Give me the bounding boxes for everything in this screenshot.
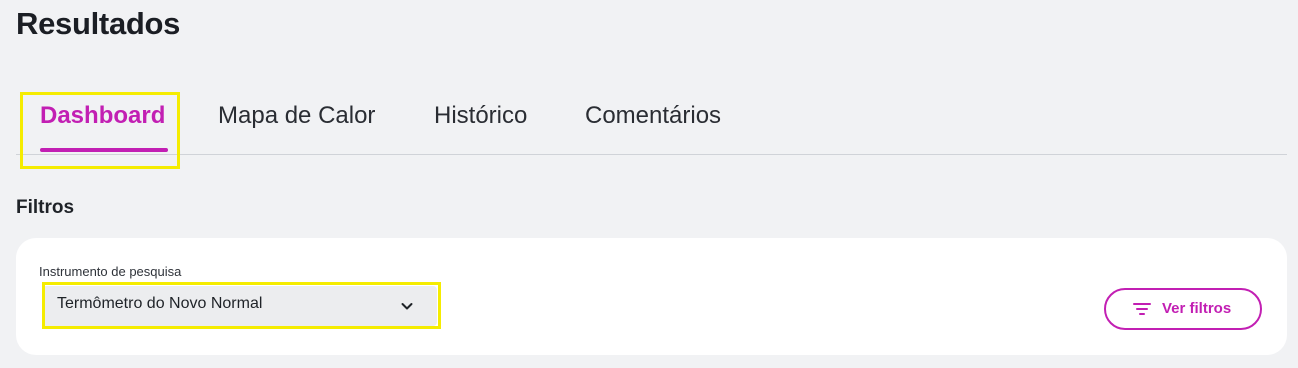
filter-lines-icon xyxy=(1133,303,1151,315)
instrument-select[interactable]: Termômetro do Novo Normal xyxy=(42,286,437,326)
filters-section-title: Filtros xyxy=(16,197,75,218)
page-title: Resultados xyxy=(16,6,181,41)
tab-comentarios[interactable]: Comentários xyxy=(585,102,721,130)
tab-dashboard[interactable]: Dashboard xyxy=(40,102,165,130)
active-tab-indicator xyxy=(40,148,168,152)
filters-card: Instrumento de pesquisa Termômetro do No… xyxy=(16,238,1287,355)
chevron-down-icon xyxy=(401,303,413,310)
tab-historico[interactable]: Histórico xyxy=(434,102,527,130)
tab-bar: Dashboard Mapa de Calor Histórico Coment… xyxy=(16,92,1287,155)
tab-mapa-de-calor[interactable]: Mapa de Calor xyxy=(218,102,375,130)
view-filters-label: Ver filtros xyxy=(1162,300,1232,317)
instrument-field-label: Instrumento de pesquisa xyxy=(39,264,182,279)
view-filters-button[interactable]: Ver filtros xyxy=(1104,288,1262,330)
results-page: Resultados Dashboard Mapa de Calor Histó… xyxy=(0,0,1298,368)
instrument-select-value: Termômetro do Novo Normal xyxy=(57,295,263,312)
